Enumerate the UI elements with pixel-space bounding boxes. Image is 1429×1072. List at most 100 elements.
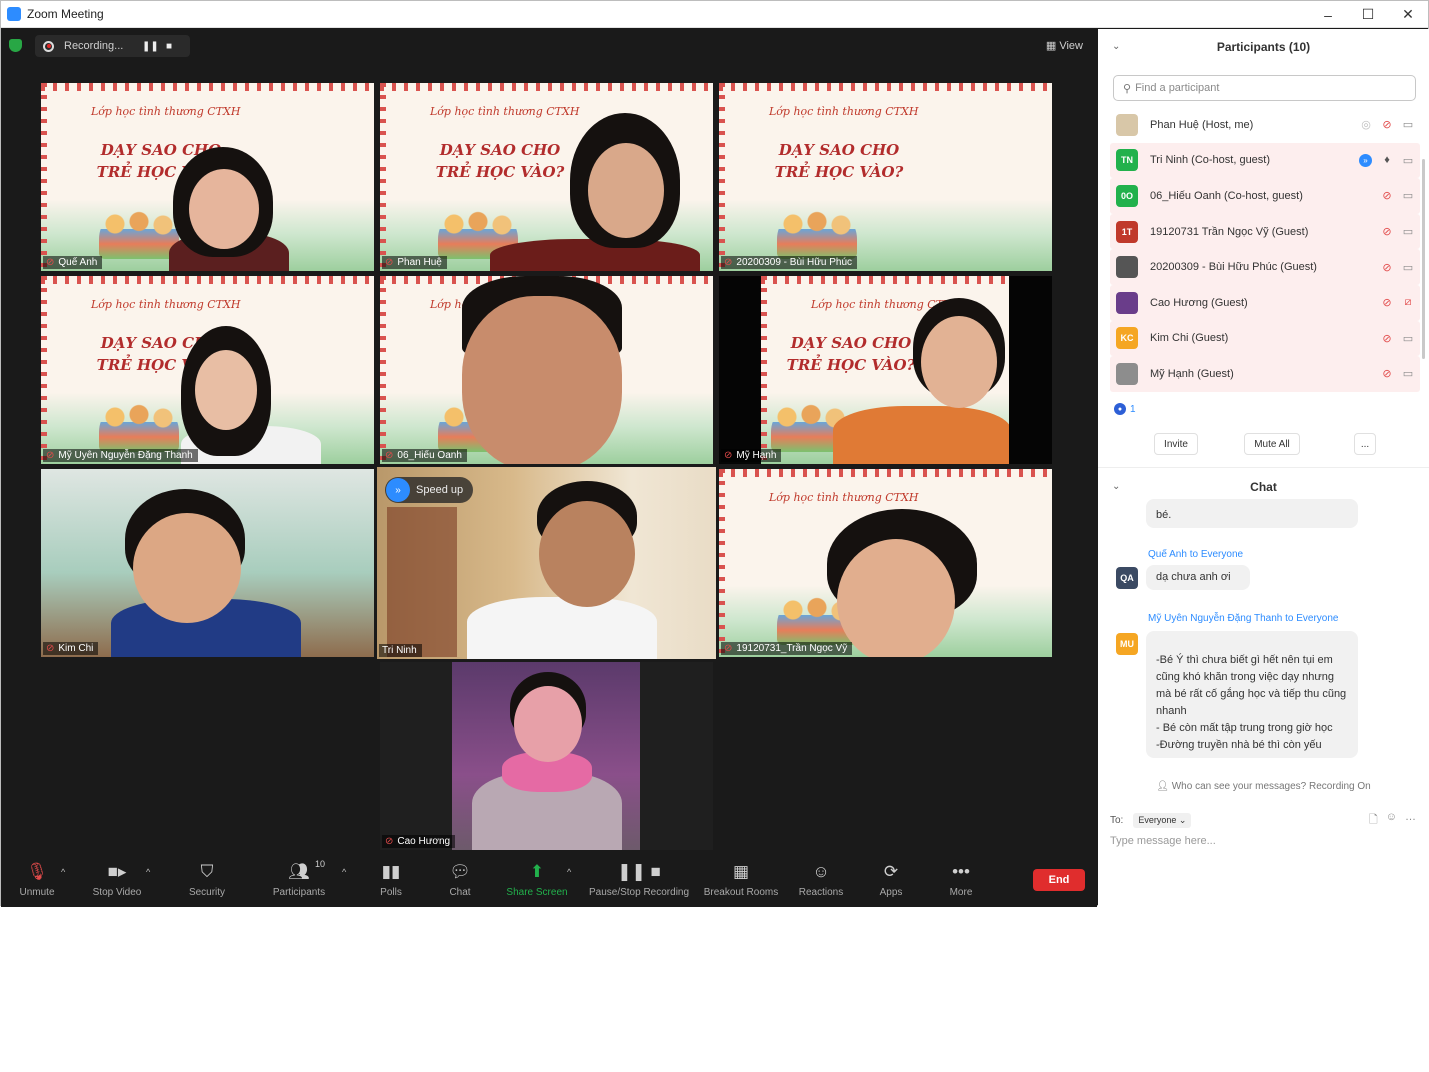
stop-recording-icon[interactable]: ■ [162, 41, 176, 52]
audio-options-caret[interactable]: ^ [61, 867, 65, 877]
recording-label: Recording... [64, 40, 124, 52]
more-participants-indicator[interactable]: ● 1 [1114, 403, 1136, 415]
polls-button[interactable]: ▮▮ Polls [351, 861, 431, 898]
wall-art-image [387, 507, 457, 657]
video-camera-icon[interactable]: ▭ [1402, 189, 1414, 202]
mic-muted-icon[interactable]: ⊘ [1381, 261, 1393, 274]
pause-stop-recording-label: Pause/Stop Recording [588, 887, 690, 898]
pause-stop-recording-button[interactable]: ❚❚ ■ Pause/Stop Recording [589, 861, 689, 898]
breakout-rooms-label: Breakout Rooms [703, 887, 779, 898]
name-tag: ⊘ Mỹ Uyên Nguyễn Đặng Thanh [43, 449, 198, 462]
name-tag: Tri Ninh [379, 644, 422, 657]
video-tile[interactable]: Lớp học tình thương CTXH DẠY SAO CHO TRẺ… [380, 83, 713, 271]
mic-muted-icon[interactable]: ⊘ [1381, 118, 1393, 131]
active-speaker-tile[interactable]: » Speed up Tri Ninh [377, 467, 716, 659]
security-button[interactable]: ⛉ Security [167, 861, 247, 898]
speed-up-icon: » [1359, 153, 1372, 167]
invite-button[interactable]: Invite [1154, 433, 1198, 455]
file-icon[interactable]: 🗋︎ [1369, 811, 1378, 830]
pause-recording-icon[interactable]: ❚❚ [142, 41, 159, 52]
ellipsis-icon[interactable]: … [1405, 811, 1416, 830]
share-screen-button[interactable]: ⬆ Share Screen [497, 861, 577, 898]
encryption-shield-icon[interactable] [9, 39, 22, 52]
video-tile[interactable]: Lớp học tình thương CTXH DẠY SAO CHO TRẺ… [41, 276, 374, 464]
video-tile[interactable]: Lớp học tình thương CTXH DẠY SAO CHO TRẺ… [719, 83, 1052, 271]
zoom-logo-icon [7, 7, 21, 21]
video-options-caret[interactable]: ^ [146, 867, 150, 877]
video-off-icon[interactable]: ⧄ [1402, 296, 1414, 309]
participants-more-button[interactable]: ... [1354, 433, 1376, 455]
participant-search[interactable]: ⚲ [1113, 75, 1416, 101]
video-camera-icon[interactable]: ▭ [1402, 261, 1414, 274]
mic-muted-icon[interactable]: ⊘ [1381, 367, 1393, 380]
more-button[interactable]: ••• More [921, 861, 1001, 898]
participant-row[interactable]: TN Tri Ninh (Co-host, guest) » ♦ ▭ [1110, 142, 1420, 179]
chat-privacy-note[interactable]: 👤︎ Who can see your messages? Recording … [1098, 781, 1429, 792]
chat-message-input[interactable] [1110, 835, 1410, 847]
participant-label: Tri Ninh (Co-host, guest) [1150, 154, 1271, 167]
mic-muted-icon[interactable]: ⊘ [1381, 296, 1393, 309]
stop-video-label: Stop Video [92, 887, 142, 898]
video-camera-icon[interactable]: ▭ [1402, 367, 1414, 380]
participants-actions: Invite Mute All ... [1098, 433, 1429, 455]
title-bar: Zoom Meeting – ☐ ✕ [1, 1, 1428, 28]
slide-subtitle: Lớp học tình thương CTXH [769, 105, 919, 118]
participant-status-icons: ⊘ ⧄ [1372, 296, 1414, 309]
mic-muted-icon[interactable]: ⊘ [1381, 332, 1393, 345]
emoji-icon[interactable]: ☺ [1386, 811, 1397, 830]
participants-scrollbar[interactable] [1422, 159, 1425, 359]
chat-message-text: bé. [1156, 509, 1172, 521]
mic-muted-icon[interactable]: ⊘ [1381, 189, 1393, 202]
chat-button[interactable]: 💬︎ Chat [420, 861, 500, 898]
mute-all-button[interactable]: Mute All [1244, 433, 1300, 455]
participants-button[interactable]: 👥︎ Participants [259, 861, 339, 898]
video-tile[interactable]: Lớp học tình thương CTXH DẠY SAO CHO TRẺ… [719, 276, 1052, 464]
zoom-window: Zoom Meeting – ☐ ✕ Recording... ❚❚ ■ ▦ V… [0, 0, 1429, 907]
apps-button[interactable]: ⟳ Apps [851, 861, 931, 898]
video-camera-icon[interactable]: ▭ [1402, 225, 1414, 238]
pause-stop-icon: ❚❚ ■ [617, 862, 661, 881]
participant-row[interactable]: KC Kim Chi (Guest) ⊘ ▭ [1110, 320, 1420, 357]
breakout-rooms-button[interactable]: ▦ Breakout Rooms [701, 861, 781, 898]
participant-row[interactable]: 0O 06_Hiếu Oanh (Co-host, guest) ⊘ ▭ [1110, 178, 1420, 214]
name-tag: ⊘ 06_Hiếu Oanh [382, 449, 467, 462]
maximize-button[interactable]: ☐ [1348, 1, 1388, 28]
slide-title: DẠY SAO CHO TRẺ HỌC VÀO? [435, 141, 565, 181]
video-camera-icon[interactable]: ▭ [1402, 154, 1414, 167]
search-input[interactable] [1135, 82, 1396, 94]
unmute-button[interactable]: 🎙︎ Unmute [0, 861, 77, 898]
mic-muted-icon: ⊘ [385, 450, 394, 461]
participant-row[interactable]: 20200309 - Bùi Hữu Phúc (Guest) ⊘ ▭ [1110, 249, 1420, 285]
end-meeting-button[interactable]: End [1033, 869, 1085, 891]
video-camera-icon[interactable]: ▭ [1402, 332, 1414, 345]
share-arrow-icon: ⬆ [529, 862, 545, 881]
chat-sender: Mỹ Uyên Nguyễn Đặng Thanh to Everyone [1148, 613, 1339, 624]
mic-muted-icon[interactable]: ⊘ [1381, 225, 1393, 238]
participants-options-caret[interactable]: ^ [342, 867, 346, 877]
name-tag: ⊘ 20200309 - Bùi Hữu Phúc [721, 256, 858, 269]
participant-row[interactable]: Phan Huệ (Host, me) ◎ ⊘ ▭ [1110, 107, 1420, 143]
recipient-select[interactable]: Everyone ⌄ [1133, 812, 1192, 828]
apps-label: Apps [879, 887, 903, 898]
video-tile[interactable]: ⊘ Kim Chi [41, 469, 374, 657]
share-options-caret[interactable]: ^ [567, 867, 571, 877]
stop-video-button[interactable]: ■▸ Stop Video [77, 861, 157, 898]
video-tile[interactable]: ⊘ Cao Hương [380, 662, 713, 850]
connection-badge[interactable]: » Speed up [385, 477, 474, 503]
minimize-button[interactable]: – [1308, 1, 1348, 28]
video-tile[interactable]: Lớp học tình thương CTXH DẠY SAO CHO TRẺ… [41, 83, 374, 271]
participant-row[interactable]: 1T 19120731 Trần Ngọc Vỹ (Guest) ⊘ ▭ [1110, 213, 1420, 250]
mic-on-icon[interactable]: ♦ [1381, 154, 1393, 166]
reactions-button[interactable]: ☺ Reactions [781, 861, 861, 898]
participant-row[interactable]: Mỹ Hạnh (Guest) ⊘ ▭ [1110, 356, 1420, 392]
close-button[interactable]: ✕ [1388, 1, 1428, 28]
slide-subtitle: Lớp học tình thương CTXH [430, 105, 580, 118]
video-tile[interactable]: Lớp học tình thương CTXH ⊘ 19120731_Trần … [719, 469, 1052, 657]
view-button[interactable]: ▦ View [1046, 39, 1083, 52]
chat-messages[interactable]: bé. Quế Anh to Everyone QA dạ chưa anh ơ… [1098, 499, 1420, 779]
participant-row[interactable]: Cao Hương (Guest) ⊘ ⧄ [1110, 284, 1420, 321]
video-camera-icon[interactable]: ▭ [1402, 118, 1414, 131]
participant-status-icons: ◎ ⊘ ▭ [1351, 118, 1414, 131]
share-indicator-icon: ◎ [1361, 119, 1371, 132]
video-tile[interactable]: Lớp học tình thương CTXH ⊘06_Hiếu Oanh [380, 276, 713, 464]
